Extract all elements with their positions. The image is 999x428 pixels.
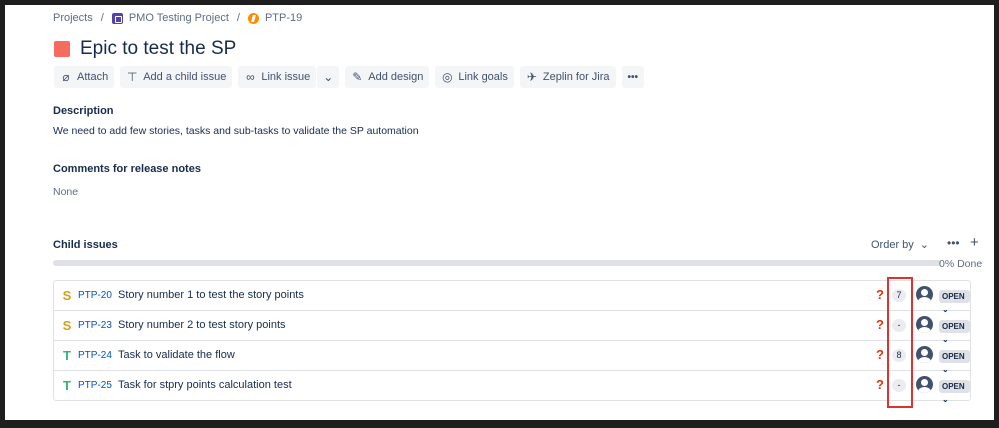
child-issues-label: Child issues <box>53 239 118 251</box>
story-icon: S <box>62 318 72 333</box>
issue-toolbar: ⌀ Attach ⊤ Add a child issue ∞ Link issu… <box>54 66 645 88</box>
link-goals-button[interactable]: ◎ Link goals <box>435 66 514 88</box>
status-dropdown[interactable]: OPEN ⌄ <box>939 350 970 374</box>
link-icon: ∞ <box>246 70 255 84</box>
link-goals-label: Link goals <box>458 71 508 83</box>
zeplin-icon: ✈ <box>526 70 537 84</box>
target-icon: ◎ <box>442 70 453 84</box>
add-child-issue-button[interactable]: ⊤ Add a child issue <box>120 66 233 88</box>
list-item[interactable]: S PTP-23 Story number 2 to test story po… <box>54 311 970 344</box>
epic-type-icon <box>54 41 70 57</box>
assignee-avatar-icon[interactable] <box>916 346 933 363</box>
attach-label: Attach <box>77 71 109 83</box>
assignee-avatar-icon[interactable] <box>916 376 933 393</box>
order-by-label: Order by <box>871 238 914 251</box>
list-item[interactable]: S PTP-20 Story number 1 to test the stor… <box>54 281 970 314</box>
page-title[interactable]: Epic to test the SP <box>80 38 236 60</box>
breadcrumb-parent-key[interactable]: PTP-19 <box>265 12 302 24</box>
issue-key[interactable]: PTP-25 <box>78 380 112 391</box>
add-child-issue-icon[interactable]: + <box>970 234 979 251</box>
issue-key[interactable]: PTP-23 <box>78 320 112 331</box>
priority-icon: ? <box>876 317 884 332</box>
story-icon: S <box>62 288 72 303</box>
issue-key[interactable]: PTP-20 <box>78 290 112 301</box>
project-icon <box>111 12 123 24</box>
pen-icon: ✎ <box>352 70 363 84</box>
status-dropdown[interactable]: OPEN ⌄ <box>939 290 970 314</box>
status-label: OPEN <box>942 382 965 391</box>
more-icon: ••• <box>627 71 639 83</box>
breadcrumb-separator: / <box>100 12 104 24</box>
release-notes-label: Comments for release notes <box>53 163 201 175</box>
paperclip-icon: ⌀ <box>62 70 70 84</box>
priority-icon: ? <box>876 287 884 302</box>
more-actions-button[interactable]: ••• <box>621 66 645 88</box>
progress-label: 0% Done <box>939 258 983 270</box>
status-dropdown[interactable]: OPEN ⌄ <box>939 380 970 404</box>
zeplin-button[interactable]: ✈ Zeplin for Jira <box>519 66 616 88</box>
add-child-label: Add a child issue <box>143 71 227 83</box>
chevron-down-icon: ⌄ <box>919 239 930 251</box>
child-issues-progress-bar <box>53 260 941 266</box>
list-item[interactable]: T PTP-25 Task for stpry points calculati… <box>54 371 970 404</box>
child-issues-list: S PTP-20 Story number 1 to test the stor… <box>53 280 971 404</box>
breadcrumb-projects[interactable]: Projects <box>53 12 93 24</box>
description-text[interactable]: We need to add few stories, tasks and su… <box>53 125 419 137</box>
link-issue-label: Link issue <box>261 71 311 83</box>
add-design-label: Add design <box>368 71 424 83</box>
assignee-avatar-icon[interactable] <box>916 286 933 303</box>
issue-page: Projects / PMO Testing Project / PTP-19 … <box>5 5 994 420</box>
description-label: Description <box>53 105 114 117</box>
title-row: Epic to test the SP <box>54 38 236 60</box>
child-issues-more-button[interactable]: ••• <box>947 236 960 250</box>
story-points-highlight-box <box>887 277 913 408</box>
release-notes-value[interactable]: None <box>53 186 78 198</box>
issue-summary[interactable]: Story number 1 to test the story points <box>118 289 304 301</box>
status-label: OPEN <box>942 352 965 361</box>
issue-summary[interactable]: Task to validate the flow <box>118 349 235 361</box>
status-label: OPEN <box>942 322 965 331</box>
assignee-avatar-icon[interactable] <box>916 316 933 333</box>
order-by-button[interactable]: Order by ⌄ <box>871 238 930 252</box>
issue-summary[interactable]: Story number 2 to test story points <box>118 319 286 331</box>
list-item[interactable]: T PTP-24 Task to validate the flow ? 8 O… <box>54 341 970 374</box>
priority-icon: ? <box>876 377 884 392</box>
epic-icon <box>247 12 259 24</box>
priority-icon: ? <box>876 347 884 362</box>
link-issue-button[interactable]: ∞ Link issue <box>238 66 317 88</box>
breadcrumb: Projects / PMO Testing Project / PTP-19 <box>53 12 302 24</box>
breadcrumb-project[interactable]: PMO Testing Project <box>129 12 229 24</box>
zeplin-label: Zeplin for Jira <box>542 71 610 83</box>
breadcrumb-separator: / <box>236 12 240 24</box>
issue-key[interactable]: PTP-24 <box>78 350 112 361</box>
task-icon: T <box>63 348 71 363</box>
issue-summary[interactable]: Task for stpry points calculation test <box>118 379 292 391</box>
chevron-down-icon: ⌄ <box>323 70 334 84</box>
hierarchy-icon: ⊤ <box>126 70 138 84</box>
add-design-button[interactable]: ✎ Add design <box>345 66 430 88</box>
chevron-down-icon: ⌄ <box>942 395 949 404</box>
status-label: OPEN <box>942 292 965 301</box>
link-issue-dropdown[interactable]: ⌄ <box>317 66 340 88</box>
status-dropdown[interactable]: OPEN ⌄ <box>939 320 970 344</box>
attach-button[interactable]: ⌀ Attach <box>54 66 115 88</box>
link-issue-split: ∞ Link issue ⌄ <box>238 66 340 88</box>
task-icon: T <box>63 378 71 393</box>
